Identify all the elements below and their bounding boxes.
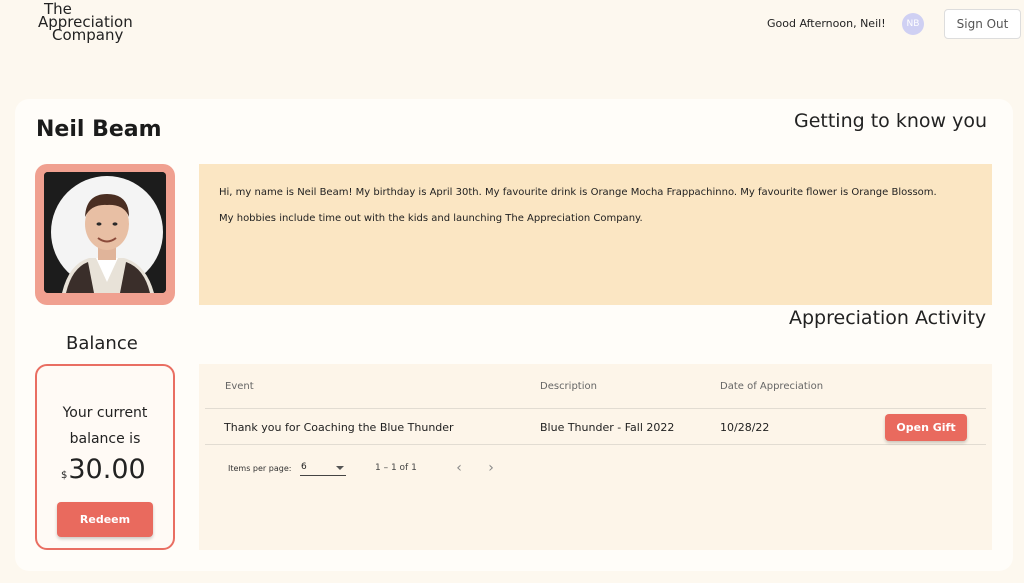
column-header-event: Event: [225, 381, 254, 392]
balance-label: Balance: [66, 333, 138, 354]
items-per-page-value: 6: [301, 462, 307, 472]
column-header-date: Date of Appreciation: [720, 381, 824, 392]
table-row: Thank you for Coaching the Blue Thunder …: [205, 408, 986, 445]
redeem-button[interactable]: Redeem: [57, 502, 153, 537]
greeting-text: Good Afternoon, Neil!: [767, 17, 886, 30]
row-date: 10/28/22: [720, 421, 770, 434]
balance-text-line2: balance is: [69, 431, 141, 447]
row-event: Thank you for Coaching the Blue Thunder: [224, 421, 454, 434]
items-per-page-label: Items per page:: [228, 464, 292, 473]
user-avatar[interactable]: NB: [902, 13, 924, 35]
profile-photo-frame: [35, 164, 175, 305]
balance-text: Your current balance is: [37, 400, 173, 452]
paginator: Items per page: 6 1 – 1 of 1 ‹ ›: [199, 456, 599, 486]
brand-logo[interactable]: The Appreciation Company: [38, 2, 148, 45]
profile-name: Neil Beam: [36, 117, 162, 142]
row-description: Blue Thunder - Fall 2022: [540, 421, 675, 434]
balance-value: 30.00: [68, 454, 146, 485]
profile-photo-image: [44, 172, 166, 293]
open-gift-button[interactable]: Open Gift: [885, 414, 967, 441]
page-range-label: 1 – 1 of 1: [375, 463, 417, 473]
about-line-1: Hi, my name is Neil Beam! My birthday is…: [219, 187, 937, 198]
brand-logo-line3: Company: [52, 26, 124, 44]
balance-text-line1: Your current: [62, 405, 148, 421]
about-title: Getting to know you: [794, 110, 988, 132]
next-page-icon[interactable]: ›: [482, 459, 500, 477]
items-per-page-select[interactable]: 6: [300, 461, 346, 476]
activity-title: Appreciation Activity: [789, 307, 987, 329]
balance-card: Your current balance is $ 30.00 Redeem: [35, 364, 175, 550]
sign-out-button[interactable]: Sign Out: [944, 9, 1021, 39]
chevron-down-icon: [336, 466, 344, 470]
about-line-2: My hobbies include time out with the kid…: [219, 213, 643, 224]
column-header-description: Description: [540, 381, 597, 392]
about-panel: Hi, my name is Neil Beam! My birthday is…: [199, 164, 992, 305]
activity-table: Event Description Date of Appreciation T…: [199, 364, 992, 550]
balance-amount: $ 30.00: [61, 454, 146, 485]
currency-symbol: $: [61, 470, 68, 481]
previous-page-icon[interactable]: ‹: [450, 459, 468, 477]
profile-photo: [44, 172, 166, 293]
